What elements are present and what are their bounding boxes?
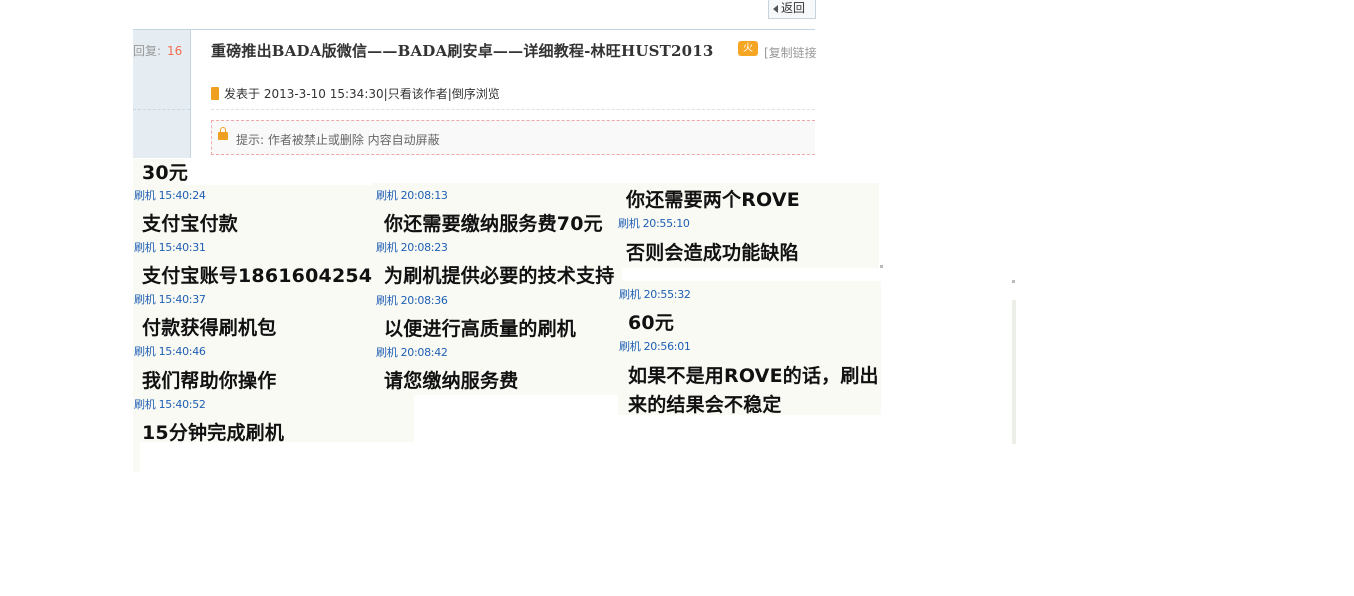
chat-timestamp: 刷机 15:40:46 <box>134 345 206 358</box>
back-arrow-icon <box>773 5 778 13</box>
chat-message: 支付宝账号18616042548 <box>142 265 386 287</box>
chat-timestamp: 刷机 20:08:36 <box>376 294 448 307</box>
chat-message: 支付宝付款 <box>142 213 239 235</box>
chat-panel-left-tail <box>133 442 140 472</box>
chat-timestamp: 刷机 20:56:01 <box>619 340 691 353</box>
chat-message: 如果不是用ROVE的话，刷出 <box>628 365 879 387</box>
chat-timestamp: 刷机 15:40:52 <box>134 398 206 411</box>
post-date: 发表于 2013-3-10 15:34:30 <box>224 87 384 101</box>
post-icon <box>211 87 219 100</box>
chat-message: 为刷机提供必要的技术支持 <box>384 265 615 287</box>
chat-message: 我们帮助你操作 <box>142 370 277 392</box>
chat-timestamp: 刷机 20:08:42 <box>376 346 448 359</box>
reverse-browse-link[interactable]: 倒序浏览 <box>452 87 500 101</box>
post-meta: 发表于 2013-3-10 15:34:30|只看该作者|倒序浏览 <box>224 87 500 101</box>
chat-message: 以便进行高质量的刷机 <box>384 318 577 340</box>
copy-link[interactable]: [复制链接 <box>764 44 817 61</box>
chat-message: 请您缴纳服务费 <box>384 370 519 392</box>
back-button[interactable]: 返回 <box>768 0 816 19</box>
stray-mark <box>1012 280 1015 283</box>
chat-timestamp: 刷机 20:55:10 <box>618 217 690 230</box>
chat-message-continuation: 来的结果会不稳定 <box>628 394 782 416</box>
chat-timestamp: 刷机 15:40:37 <box>134 293 206 306</box>
thread-title: 重磅推出BADA版微信——BADA刷安卓——详细教程-林旺HUST2013 <box>211 42 714 60</box>
reply-count-label: 回复: 16 <box>133 44 183 58</box>
chat-message: 否则会造成功能缺陷 <box>626 242 799 264</box>
stray-mark <box>880 265 883 268</box>
chat-timestamp: 刷机 20:55:32 <box>619 288 691 301</box>
chat-message: 你还需要两个ROVE <box>626 189 800 211</box>
back-label: 返回 <box>781 1 806 15</box>
chat-message: 60元 <box>628 312 675 334</box>
reply-count: 16 <box>167 44 183 58</box>
only-author-link[interactable]: 只看该作者 <box>388 87 448 101</box>
chat-timestamp: 刷机 15:40:31 <box>134 241 206 254</box>
chat-message: 你还需要缴纳服务费70元 <box>384 213 603 235</box>
chat-timestamp: 刷机 20:08:13 <box>376 189 448 202</box>
lock-icon <box>218 127 228 140</box>
chat-timestamp: 刷机 15:40:24 <box>134 189 206 202</box>
right-edge-strip <box>1012 300 1016 444</box>
chat-message: 15分钟完成刷机 <box>142 422 285 444</box>
notice-text: 提示: 作者被禁止或删除 内容自动屏蔽 <box>236 133 440 147</box>
chat-message: 30元 <box>142 162 189 184</box>
chat-timestamp: 刷机 20:08:23 <box>376 241 448 254</box>
chat-message: 付款获得刷机包 <box>142 317 277 339</box>
hot-icon: 火 <box>738 41 758 56</box>
divider <box>211 109 815 110</box>
